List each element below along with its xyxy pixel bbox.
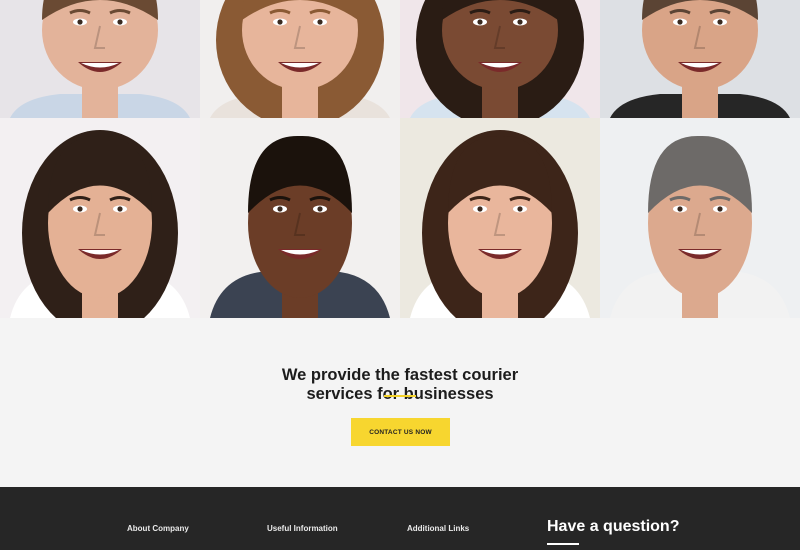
left-pupil-shape <box>77 19 83 25</box>
portrait-woman-long-brown-hair <box>200 0 400 118</box>
cta-headline: We provide the fastest courier services … <box>0 366 800 404</box>
portrait-man-blue-shirt <box>0 0 200 118</box>
contact-us-button[interactable]: CONTACT US NOW <box>351 418 450 446</box>
cta-section: We provide the fastest courier services … <box>0 318 800 487</box>
left-pupil-shape <box>677 19 683 25</box>
portrait-man-grey-hair <box>600 118 800 318</box>
portrait-photo <box>610 0 790 118</box>
portrait-photo <box>10 130 190 318</box>
right-pupil-shape <box>717 19 723 25</box>
right-pupil-shape <box>117 206 123 212</box>
portrait-woman-curly-hair <box>400 0 600 118</box>
left-pupil-shape <box>477 19 483 25</box>
face-shape <box>642 0 758 90</box>
footer-question-underline <box>547 543 579 545</box>
right-pupil-shape <box>317 19 323 25</box>
portrait-photo <box>410 130 590 318</box>
left-pupil-shape <box>677 206 683 212</box>
footer-additional-links-heading[interactable]: Additional Links <box>407 524 469 533</box>
headline-underline <box>384 395 416 397</box>
portrait-photo <box>10 0 190 118</box>
portrait-photo <box>410 0 590 118</box>
footer-about-company-heading[interactable]: About Company <box>127 524 189 533</box>
portrait-man-stubble <box>600 0 800 118</box>
team-photo-grid <box>0 0 800 318</box>
right-pupil-shape <box>517 19 523 25</box>
left-pupil-shape <box>277 19 283 25</box>
left-pupil-shape <box>477 206 483 212</box>
portrait-woman-white-blouse <box>400 118 600 318</box>
portrait-man-smiling <box>200 118 400 318</box>
right-pupil-shape <box>517 206 523 212</box>
right-pupil-shape <box>317 206 323 212</box>
cta-headline-line-1: We provide the fastest courier <box>281 365 519 384</box>
left-pupil-shape <box>77 206 83 212</box>
portrait-photo <box>610 135 790 318</box>
portrait-woman-dark-hair <box>0 118 200 318</box>
footer-useful-information-heading[interactable]: Useful Information <box>267 524 338 533</box>
right-pupil-shape <box>717 206 723 212</box>
face-shape <box>42 0 158 90</box>
portrait-photo <box>210 135 390 318</box>
footer: About Company Useful Information Additio… <box>0 487 800 550</box>
left-pupil-shape <box>277 206 283 212</box>
right-pupil-shape <box>117 19 123 25</box>
footer-question-heading: Have a question? <box>547 518 680 535</box>
portrait-photo <box>210 0 390 118</box>
